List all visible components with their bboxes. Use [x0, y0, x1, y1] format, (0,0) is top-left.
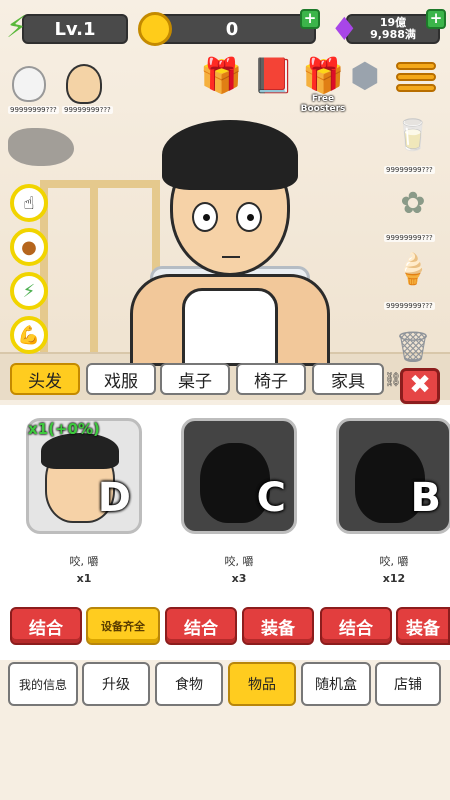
- tab-hair[interactable]: 头发: [10, 363, 80, 395]
- hair-card-c[interactable]: C: [181, 418, 297, 534]
- milk-glass-icon[interactable]: 🥛: [390, 118, 436, 153]
- tab-desk[interactable]: 桌子: [160, 363, 230, 395]
- nut-icon[interactable]: ⬢: [350, 56, 380, 96]
- fish-silhouette-icon: [8, 128, 74, 166]
- milk-label: 99999999???: [384, 166, 435, 174]
- card-count: x12: [382, 572, 406, 585]
- tab-costume[interactable]: 戏服: [86, 363, 156, 395]
- free-boosters-icon[interactable]: 🎁: [302, 56, 344, 96]
- nav-upgrade[interactable]: 升级: [82, 662, 150, 706]
- coin-icon: [138, 12, 172, 46]
- close-button[interactable]: ✖: [400, 368, 440, 404]
- tab-furniture[interactable]: 家具: [312, 363, 384, 395]
- grandpa-avatar[interactable]: [66, 64, 102, 104]
- egg-label: 99999999???: [8, 106, 59, 114]
- hair-preview-hair: [41, 433, 119, 469]
- book-icon[interactable]: 📕: [252, 56, 294, 96]
- left-eye: [192, 202, 218, 232]
- menu-icon[interactable]: [396, 62, 436, 96]
- flower-icon[interactable]: ✿: [390, 186, 436, 221]
- character-hair: [162, 120, 298, 190]
- grandpa-label: 99999999???: [62, 106, 113, 114]
- gem-count-bottom: 9,988满: [370, 28, 416, 41]
- right-eye: [236, 202, 262, 232]
- add-coins-button[interactable]: +: [300, 9, 320, 29]
- egg-icon[interactable]: [12, 66, 46, 102]
- equipped-button[interactable]: 设备齐全: [86, 607, 160, 645]
- nav-random-box[interactable]: 随机盒: [301, 662, 371, 706]
- combine-button[interactable]: 结合: [320, 607, 392, 645]
- boost-label: x1(+0%): [28, 420, 100, 438]
- player-character[interactable]: [110, 116, 350, 366]
- card-description: 咬, 嚼: [224, 555, 254, 568]
- coin-counter: 0: [148, 14, 316, 44]
- combine-button[interactable]: 结合: [10, 607, 82, 645]
- card-description: 咬, 嚼: [379, 555, 409, 568]
- gift-icon[interactable]: 🎁: [200, 56, 242, 96]
- combine-button[interactable]: 结合: [165, 607, 237, 645]
- nav-items[interactable]: 物品: [228, 662, 296, 706]
- muscle-icon[interactable]: 💪: [10, 316, 48, 354]
- card-count: x3: [231, 572, 247, 585]
- cookie-icon[interactable]: ●: [10, 228, 48, 266]
- add-gems-button[interactable]: +: [426, 9, 446, 29]
- card-description: 咬, 嚼: [69, 555, 99, 568]
- gem-icon: ♦: [330, 10, 359, 48]
- hair-card-b[interactable]: B: [336, 418, 450, 534]
- tank-top: [182, 288, 278, 366]
- tab-chair[interactable]: 椅子: [236, 363, 306, 395]
- trash-can-icon[interactable]: 🗑: [390, 330, 436, 365]
- nav-my-info[interactable]: 我的信息: [8, 662, 78, 706]
- level-display: Lv.1: [22, 14, 128, 44]
- bolt-icon: ⚡: [6, 10, 28, 45]
- card-count: x1: [76, 572, 92, 585]
- free-boosters-label[interactable]: Free Boosters: [296, 94, 350, 114]
- grade-label: B: [410, 475, 442, 521]
- nav-food[interactable]: 食物: [155, 662, 223, 706]
- hand-icon[interactable]: ☝: [10, 184, 48, 222]
- nav-shop[interactable]: 店铺: [375, 662, 441, 706]
- grade-label: D: [97, 475, 131, 521]
- ice-cream-icon[interactable]: 🍦: [390, 252, 436, 287]
- energy-boost-icon[interactable]: ⚡: [10, 272, 48, 310]
- equip-button[interactable]: 装备: [242, 607, 314, 645]
- flower-label: 99999999???: [384, 234, 435, 242]
- mouth: [222, 256, 240, 258]
- grade-label: C: [256, 475, 286, 521]
- equip-button[interactable]: 装备: [396, 607, 450, 645]
- ice-cream-label: 99999999???: [384, 302, 435, 310]
